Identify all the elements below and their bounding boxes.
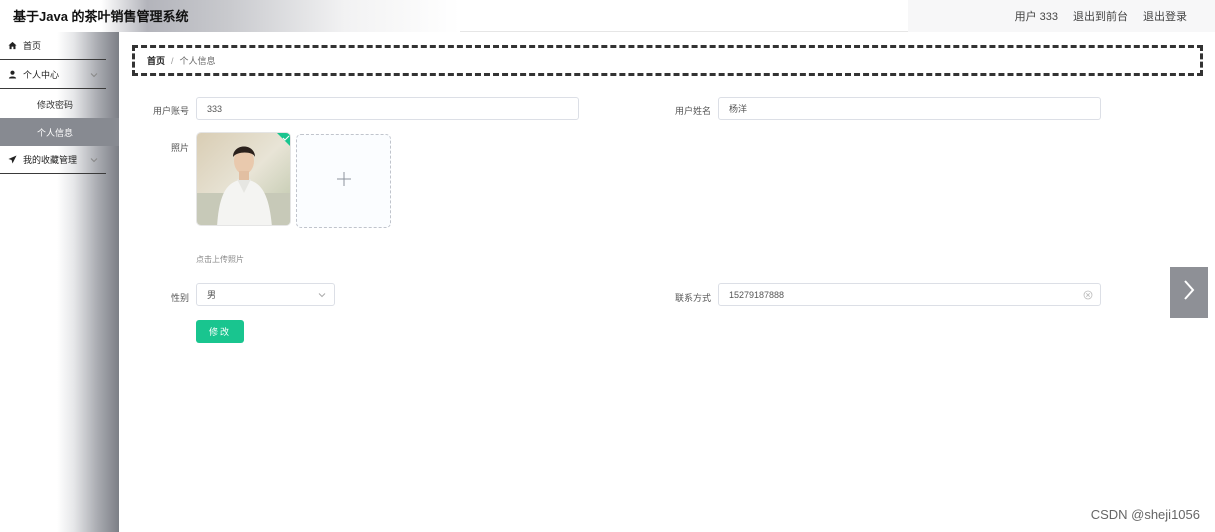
chevron-down-icon [90,71,98,79]
gender-select[interactable]: 男 [196,283,335,306]
chevron-right-icon [1182,279,1196,306]
sidebar-item-label: 修改密码 [37,99,74,110]
plus-icon [336,171,352,192]
submit-button[interactable]: 修改 [196,320,244,343]
account-input[interactable]: 333 [196,97,579,120]
breadcrumb-current: 个人信息 [179,56,216,66]
name-input[interactable]: 杨洋 [718,97,1101,120]
name-value: 杨洋 [729,104,748,114]
top-header: 基于Java 的茶叶销售管理系统 用户 333 退出到前台 退出登录 [0,0,1215,32]
photo-label: 照片 [170,143,189,153]
upload-photo-button[interactable] [296,134,391,228]
gender-label: 性别 [170,293,189,303]
chevron-down-icon [318,291,326,299]
app-title: 基于Java 的茶叶销售管理系统 [13,9,189,24]
account-value: 333 [207,103,223,114]
photo-thumbnail[interactable] [196,132,291,226]
breadcrumb-separator: / [171,55,174,66]
next-page-button[interactable] [1170,267,1208,318]
sidebar-item-personal-center[interactable]: 个人中心 [0,61,106,89]
current-user: 用户 333 [1014,11,1058,23]
sidebar-item-home[interactable]: 首页 [0,32,106,60]
breadcrumb: 首页 / 个人信息 [132,45,1203,76]
contact-label: 联系方式 [674,293,711,303]
contact-value: 15279187888 [729,289,785,300]
gender-value: 男 [207,290,217,300]
app-root: 基于Java 的茶叶销售管理系统 用户 333 退出到前台 退出登录 首页 个人… [0,0,1215,532]
logout-link[interactable]: 退出登录 [1143,8,1187,24]
watermark: CSDN @sheji1056 [1090,507,1200,522]
sidebar-item-label: 个人中心 [23,70,60,80]
home-icon [7,41,17,51]
sidebar-item-label: 个人信息 [37,127,74,138]
name-label: 用户姓名 [674,106,711,116]
back-to-front-link[interactable]: 退出到前台 [1073,8,1128,24]
contact-input[interactable]: 15279187888 [718,283,1101,306]
user-icon [7,70,17,80]
sidebar-item-label: 我的收藏管理 [23,155,78,165]
clear-icon[interactable] [1083,290,1093,300]
chevron-down-icon [90,156,98,164]
account-label: 用户账号 [152,106,189,116]
sidebar: 首页 个人中心 修改密码 个人信息 我的收藏管理 [0,32,119,532]
sidebar-item-change-password[interactable]: 修改密码 [0,90,119,118]
upload-hint: 点击上传照片 [196,255,244,264]
header-actions: 用户 333 退出到前台 退出登录 [1015,8,1187,24]
sidebar-item-favorites[interactable]: 我的收藏管理 [0,146,106,174]
sidebar-item-personal-info[interactable]: 个人信息 [0,118,119,146]
paper-plane-icon [7,155,17,165]
sidebar-item-label: 首页 [23,41,42,51]
breadcrumb-home[interactable]: 首页 [147,54,165,67]
